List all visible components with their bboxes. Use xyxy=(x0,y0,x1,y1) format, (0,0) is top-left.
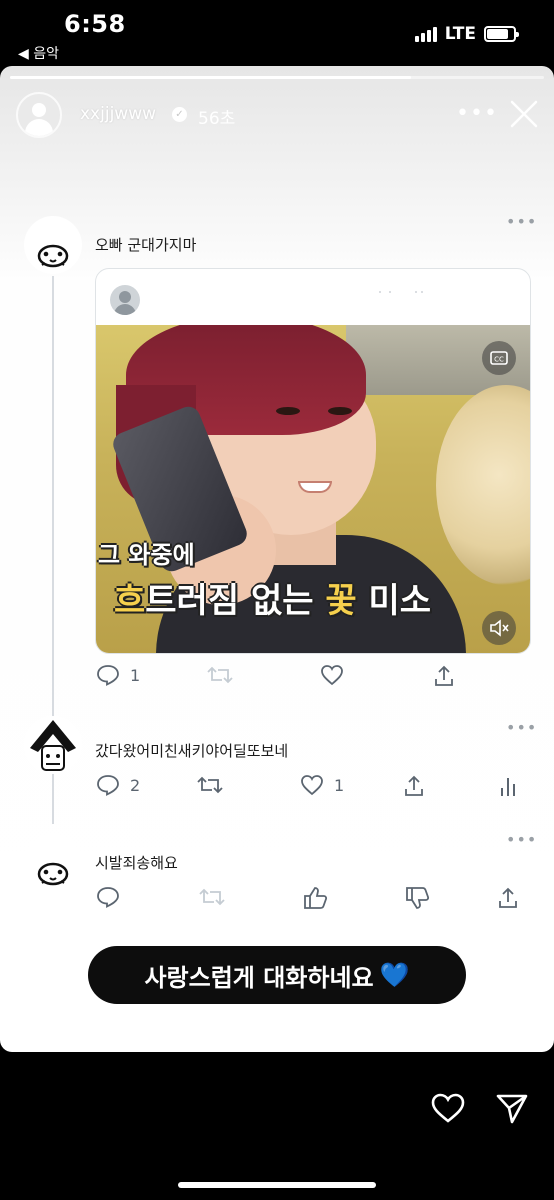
close-icon[interactable] xyxy=(506,96,542,132)
more-dots-icon[interactable]: ••• xyxy=(456,103,498,125)
story-card[interactable]: xxjjjwww ✓ 56초 ••• 오빠 군대가지마 ••• 그 와중에 흐트… xyxy=(0,66,554,1052)
heart-icon xyxy=(301,775,323,796)
tweet-3-share-button[interactable] xyxy=(496,886,520,910)
tweet-2-text: 갔다왔어미친새키야어딜또보네 xyxy=(95,742,289,760)
thumbs-down-icon xyxy=(406,887,430,909)
blue-heart-emoji: 💙 xyxy=(379,961,410,989)
reply-icon xyxy=(97,887,119,908)
tweet-1-like-button[interactable] xyxy=(320,664,344,686)
ghost-avatar-icon xyxy=(37,244,69,268)
tweet-1-retweet-button[interactable] xyxy=(206,664,234,686)
tweet-1-more-icon[interactable]: ••• xyxy=(506,212,537,231)
share-icon xyxy=(499,887,517,908)
retweet-icon xyxy=(207,666,233,684)
status-indicators: LTE xyxy=(414,24,519,44)
tweet-1-share-button[interactable] xyxy=(432,664,456,688)
tweet-3-reply-button[interactable] xyxy=(96,886,120,908)
reply-icon xyxy=(97,775,119,796)
tweet-2-like-button[interactable]: 1 xyxy=(300,774,344,796)
tweet-2-avatar[interactable] xyxy=(24,716,82,774)
captions-icon[interactable]: CC xyxy=(482,341,516,375)
heart-icon[interactable] xyxy=(430,1090,466,1126)
share-icon xyxy=(405,775,423,796)
story-avatar[interactable] xyxy=(16,92,62,138)
quote-header-placeholder xyxy=(379,291,423,293)
signal-icon xyxy=(414,26,437,42)
video-subtitle-line1: 그 와중에 xyxy=(98,541,195,569)
retweet-icon xyxy=(199,888,225,906)
tweet-3-upvote-button[interactable] xyxy=(302,886,328,910)
tweet-2-analytics-button[interactable] xyxy=(498,774,518,798)
tweet-1-reply-button[interactable]: 1 xyxy=(96,664,140,686)
story-username[interactable]: xxjjjwww xyxy=(80,104,156,124)
status-time: 6:58 xyxy=(64,10,126,38)
tweet-3-retweet-button[interactable] xyxy=(198,886,226,908)
character-avatar-icon xyxy=(30,720,76,771)
story-caption: 사랑스럽게 대화하네요 💙 xyxy=(88,946,466,1004)
story-time-ago: 56초 xyxy=(198,109,236,129)
quote-avatar xyxy=(110,285,140,315)
thumbs-up-icon xyxy=(304,887,328,909)
ghost-avatar-icon xyxy=(37,862,69,886)
quoted-media-card[interactable]: 그 와중에 흐트러짐 없는 꽃 미소 CC xyxy=(95,268,531,654)
send-icon[interactable] xyxy=(494,1090,530,1126)
story-progress-bar xyxy=(10,76,544,79)
video-subtitle-line2: 흐트러짐 없는 꽃 미소 xyxy=(114,581,432,621)
tweet-3-text: 시발죄송해요 xyxy=(95,854,178,872)
retweet-icon xyxy=(197,776,223,794)
battery-icon xyxy=(484,26,519,42)
tweet-2-reply-button[interactable]: 2 xyxy=(96,774,140,796)
tweet-2-share-button[interactable] xyxy=(402,774,426,798)
tweet-2-retweet-button[interactable] xyxy=(196,774,224,796)
reply-icon xyxy=(97,665,119,686)
analytics-icon xyxy=(501,778,515,796)
verified-badge-icon: ✓ xyxy=(172,107,187,122)
tweet-1-avatar[interactable] xyxy=(24,216,82,274)
tweet-1-text: 오빠 군대가지마 xyxy=(95,236,197,254)
network-type: LTE xyxy=(444,24,476,44)
heart-icon xyxy=(321,665,343,686)
tweet-2-more-icon[interactable]: ••• xyxy=(506,718,537,737)
back-to-app-link[interactable]: ◀ 음악 xyxy=(18,43,59,63)
home-indicator[interactable] xyxy=(178,1182,376,1188)
tweet-3-more-icon[interactable]: ••• xyxy=(506,830,537,849)
quoted-video[interactable]: 그 와중에 흐트러짐 없는 꽃 미소 CC xyxy=(96,325,530,653)
caption-text: 사랑스럽게 대화하네요 xyxy=(144,963,374,992)
svg-text:CC: CC xyxy=(494,356,504,364)
share-icon xyxy=(435,665,453,686)
tweet-3-avatar[interactable] xyxy=(24,834,82,892)
mute-icon[interactable] xyxy=(482,611,516,645)
tweet-3-downvote-button[interactable] xyxy=(404,886,430,910)
